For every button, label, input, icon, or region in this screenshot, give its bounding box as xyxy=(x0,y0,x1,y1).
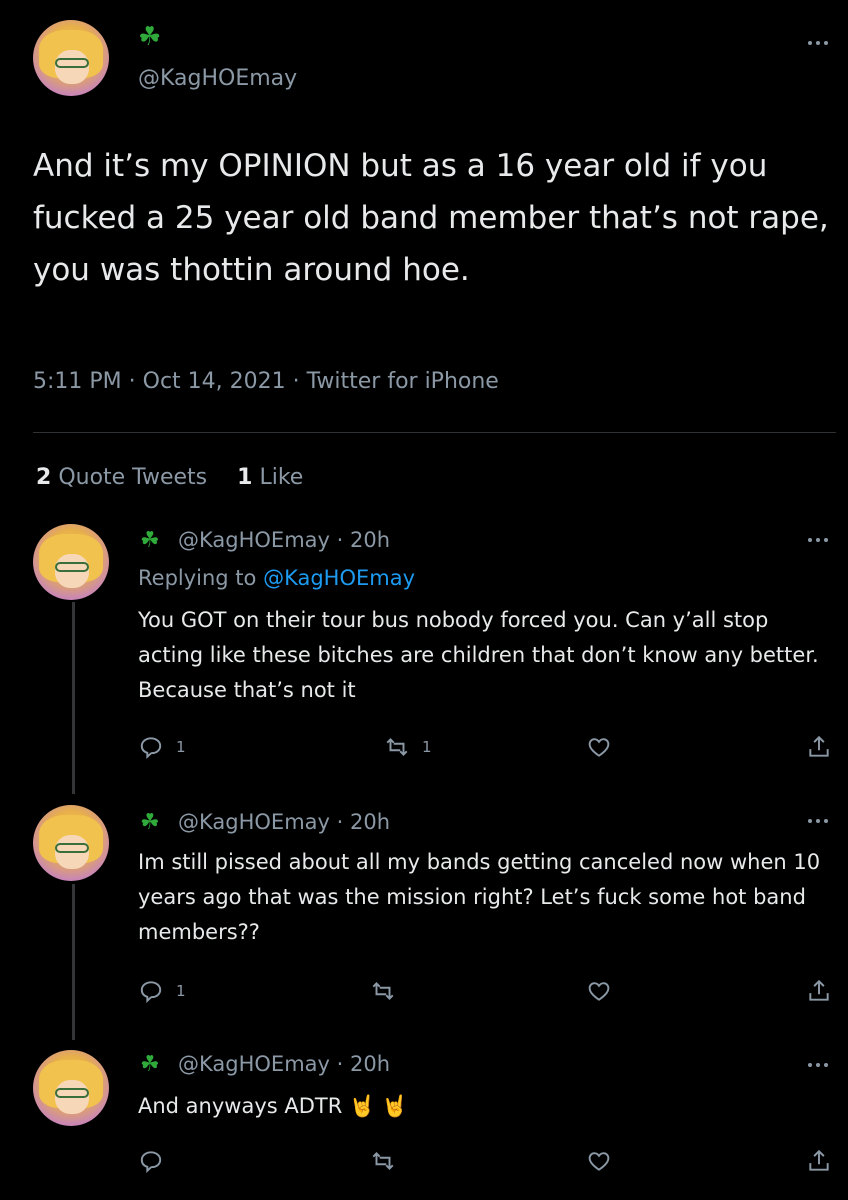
more-icon[interactable] xyxy=(806,816,830,826)
more-icon[interactable] xyxy=(806,535,830,545)
clover-icon: ☘ xyxy=(140,528,160,553)
rock-on-emoji: 🤘 🤘 xyxy=(349,1094,409,1118)
like-icon xyxy=(588,738,610,757)
avatar[interactable] xyxy=(33,1050,109,1126)
retweet-button[interactable] xyxy=(370,1148,396,1174)
retweet-icon xyxy=(386,738,408,756)
share-button[interactable] xyxy=(806,734,832,760)
thread-line xyxy=(72,884,75,1040)
share-icon xyxy=(809,979,829,1001)
mention-link[interactable]: @KagHOEmay xyxy=(263,566,415,590)
more-icon[interactable] xyxy=(806,38,830,48)
tweet-stats: 2 Quote Tweets 1 Like xyxy=(36,465,303,490)
reply-button[interactable]: 1 xyxy=(138,734,186,760)
reply-header[interactable]: @KagHOEmay · 20h xyxy=(178,1052,390,1076)
retweet-button[interactable]: 1 xyxy=(384,734,432,760)
reply-header[interactable]: @KagHOEmay · 20h xyxy=(178,810,390,834)
retweet-icon xyxy=(372,982,394,1000)
reply-icon xyxy=(140,1151,162,1173)
retweet-icon xyxy=(372,1152,394,1170)
share-icon xyxy=(809,735,829,757)
share-icon xyxy=(809,1149,829,1171)
likes-link[interactable]: 1 Like xyxy=(237,465,303,490)
share-button[interactable] xyxy=(806,1148,832,1174)
reply-button[interactable] xyxy=(138,1148,164,1174)
like-icon xyxy=(588,1152,610,1171)
like-button[interactable] xyxy=(586,1148,612,1174)
reply-header[interactable]: @KagHOEmay · 20h xyxy=(178,528,390,552)
avatar[interactable] xyxy=(33,20,109,96)
retweet-button[interactable] xyxy=(370,978,408,1004)
divider xyxy=(33,432,836,433)
more-icon[interactable] xyxy=(806,1060,830,1070)
avatar[interactable] xyxy=(33,805,109,881)
like-icon xyxy=(588,982,610,1001)
replying-to: Replying to @KagHOEmay xyxy=(138,566,416,590)
reply-icon xyxy=(140,737,162,759)
clover-icon: ☘ xyxy=(138,22,162,52)
tweet-text: And it’s my OPINION but as a 16 year old… xyxy=(33,148,829,288)
author-handle[interactable]: @KagHOEmay xyxy=(138,66,297,91)
tweet-meta: 5:11 PM · Oct 14, 2021 · Twitter for iPh… xyxy=(33,369,499,394)
reply-icon xyxy=(140,981,162,1003)
thread-line xyxy=(72,602,75,794)
clover-icon: ☘ xyxy=(140,810,160,835)
avatar[interactable] xyxy=(33,524,109,600)
reply-button[interactable]: 1 xyxy=(138,978,186,1004)
like-button[interactable] xyxy=(586,734,612,760)
share-button[interactable] xyxy=(806,978,832,1004)
reply-text: And anyways ADTR 🤘 🤘 xyxy=(138,1089,828,1124)
clover-icon: ☘ xyxy=(140,1052,160,1077)
quote-tweets-link[interactable]: 2 Quote Tweets xyxy=(36,465,207,490)
like-button[interactable] xyxy=(586,978,612,1004)
reply-text: You GOT on their tour bus nobody forced … xyxy=(138,608,819,702)
reply-text: Im still pissed about all my bands getti… xyxy=(138,850,821,944)
